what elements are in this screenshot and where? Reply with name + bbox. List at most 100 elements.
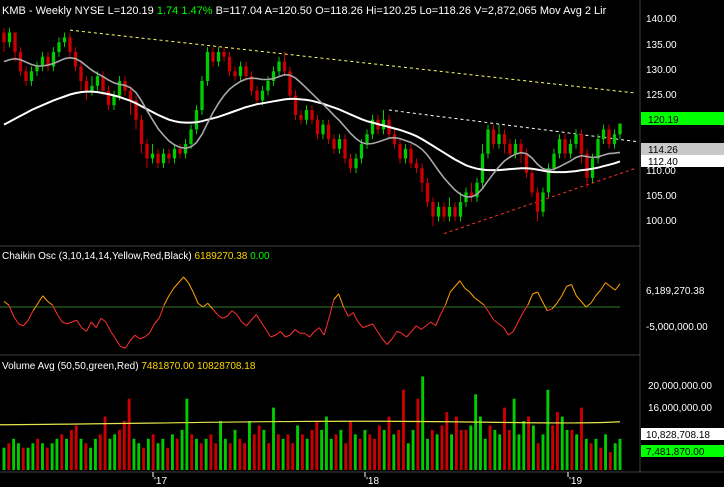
candle-body [365, 134, 369, 144]
volume-bar [50, 443, 54, 470]
candle-body [447, 206, 452, 217]
volume-bar [498, 434, 502, 470]
chaikin-tick-label: -5,000,000.00 [646, 322, 708, 333]
volume-bar [608, 452, 612, 470]
volume-bar [132, 438, 136, 470]
candle-body [579, 134, 584, 154]
volume-bar [55, 438, 59, 470]
volume-bar [122, 421, 126, 470]
candle-body [337, 139, 342, 149]
volume-bar [430, 429, 434, 470]
volume-bar [2, 447, 6, 470]
candle-body [128, 90, 133, 101]
volume-bar [113, 434, 117, 470]
volume-bar [315, 421, 319, 470]
volume-bar [228, 443, 232, 470]
volume-bar [26, 447, 30, 470]
time-tick-label: '18 [366, 476, 379, 487]
volume-bar [161, 438, 165, 470]
candle-body [497, 134, 501, 144]
volume-bar [127, 398, 131, 470]
volume-bar [368, 434, 372, 470]
volume-bar [98, 434, 102, 470]
candle-body [29, 71, 34, 81]
candle-body [222, 51, 226, 57]
volume-bar [363, 429, 367, 470]
candle-body [557, 139, 562, 154]
candle-body [321, 124, 325, 135]
volume-bar [575, 434, 579, 470]
volume-bar [146, 438, 150, 470]
volume-bar [401, 389, 405, 470]
candle-body [200, 80, 204, 111]
candle-body [244, 66, 248, 77]
volume-bar [329, 438, 333, 470]
volume-bar [589, 443, 593, 470]
candle-body [420, 168, 424, 183]
volume-tick-label: 16,000,000.00 [648, 403, 712, 414]
time-tick-label: '19 [569, 476, 582, 487]
volume-bar [252, 434, 256, 470]
candle-body [95, 76, 100, 86]
volume-bar [584, 438, 588, 470]
volume-bar [570, 429, 574, 470]
candle-body [453, 206, 457, 217]
candle-body [299, 114, 303, 120]
volume-bar [474, 394, 478, 470]
volume-bar [541, 434, 545, 470]
volume-bar [478, 416, 482, 470]
volume-bar [272, 407, 275, 470]
volume-bar [613, 443, 617, 470]
volume-bar [204, 438, 208, 470]
candle-body [172, 148, 177, 159]
volume-bar [166, 447, 170, 470]
volume-bar [262, 429, 266, 470]
candle-body [541, 192, 545, 212]
volume-bar [618, 438, 622, 470]
candle-body [568, 143, 573, 154]
volume-bar [190, 434, 194, 470]
candle-body [574, 134, 578, 144]
volume-bar [469, 425, 473, 470]
volume-bar [397, 429, 401, 470]
volume-bar [209, 434, 213, 470]
volume-bar [214, 443, 218, 470]
volume-bar [281, 438, 285, 470]
volume-bar [296, 425, 300, 470]
volume-bar [93, 438, 97, 470]
candle-body [260, 90, 265, 101]
candle-body [491, 129, 496, 144]
volume-bar [156, 443, 160, 470]
candle-body [24, 71, 28, 81]
candle-body [552, 153, 556, 169]
volume-bar [382, 429, 386, 470]
candle-body [409, 148, 413, 164]
volume-bar [60, 434, 64, 470]
candle-body [178, 148, 182, 154]
candle-body [458, 202, 463, 217]
candle-body [90, 85, 94, 91]
candle-body [156, 153, 160, 164]
volume-bar [257, 425, 261, 470]
volume-bar [406, 443, 410, 470]
candle-body [343, 139, 347, 159]
volume-bar [103, 416, 107, 470]
candle-body [62, 37, 67, 43]
volume-bar [421, 376, 425, 470]
volume-bar [454, 416, 458, 470]
volume-bar [358, 438, 362, 470]
candle-body [425, 182, 430, 203]
volume-bar [373, 438, 377, 470]
price-tick-label: 105.00 [646, 191, 677, 202]
candle-body [508, 143, 512, 154]
volume-bar [377, 425, 381, 470]
candle-body [84, 80, 89, 91]
candle-body [145, 143, 149, 159]
volume-bar [175, 438, 179, 470]
volume-bar [79, 438, 83, 470]
candle-body [607, 129, 611, 144]
volume-bar [565, 429, 569, 470]
volume-bar [276, 434, 280, 470]
ma-fast-tag: 114.26 [648, 145, 678, 156]
volume-bar [89, 447, 93, 470]
